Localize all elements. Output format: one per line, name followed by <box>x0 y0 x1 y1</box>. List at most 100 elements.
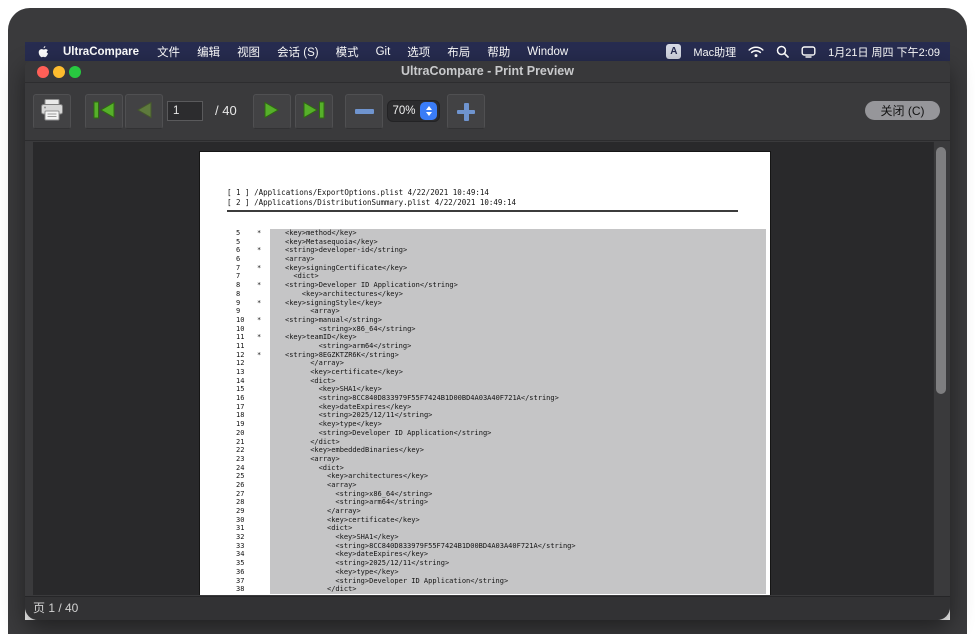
line-text: <string>arm64</string> <box>270 342 766 351</box>
line-text: <key>teamID</key> <box>270 333 766 342</box>
screen-sharing-icon[interactable] <box>801 46 816 58</box>
menubar-item-6[interactable]: 选项 <box>407 44 430 60</box>
line-number: 11 <box>236 342 257 351</box>
zoom-window-button[interactable] <box>69 66 81 78</box>
diff-code-line: 23 <array> <box>200 455 770 464</box>
search-icon[interactable] <box>776 45 789 58</box>
diff-code-line: 20 <string>Developer ID Application</str… <box>200 429 770 438</box>
preview-viewport[interactable]: [ 1 ] /Applications/ExportOptions.plist … <box>33 142 947 595</box>
line-text: <dict> <box>270 272 766 281</box>
menubar-item-4[interactable]: 模式 <box>336 44 359 60</box>
line-number: 37 <box>236 577 257 586</box>
printer-icon <box>39 98 65 125</box>
diff-marker <box>257 403 270 412</box>
line-number: 25 <box>236 472 257 481</box>
diff-marker <box>257 420 270 429</box>
diff-marker <box>257 455 270 464</box>
previous-page-button[interactable] <box>125 94 163 129</box>
diff-code-line: 11 <string>arm64</string> <box>200 342 770 351</box>
print-button[interactable] <box>33 94 71 129</box>
preview-page: [ 1 ] /Applications/ExportOptions.plist … <box>200 152 770 595</box>
wifi-icon[interactable] <box>748 46 764 58</box>
menubar-item-2[interactable]: 视图 <box>237 44 260 60</box>
line-text: <string>8CC840D833979F55F7424B1D00BD4A03… <box>270 394 766 403</box>
menubar-item-5[interactable]: Git <box>376 46 391 58</box>
apple-menu-icon[interactable] <box>37 45 49 59</box>
diff-marker <box>257 481 270 490</box>
input-source-icon[interactable]: A <box>666 44 681 59</box>
mac-assistant-item[interactable]: Mac助理 <box>693 44 736 60</box>
line-number: 22 <box>236 446 257 455</box>
vertical-scrollbar[interactable] <box>933 142 947 595</box>
last-page-button[interactable] <box>295 94 333 129</box>
line-number: 17 <box>236 403 257 412</box>
file1-header-line: [ 1 ] /Applications/ExportOptions.plist … <box>227 188 738 198</box>
diff-marker <box>257 498 270 507</box>
first-page-icon <box>91 98 117 125</box>
zoom-out-button[interactable] <box>345 94 383 129</box>
diff-marker <box>257 255 270 264</box>
diff-code-line: 8 * <string>Developer ID Application</st… <box>200 281 770 290</box>
menubar-item-9[interactable]: Window <box>527 46 568 58</box>
menubar-items: 文件 编辑 视图 会话 (S) 模式 Git 选项 布局 帮助 Window <box>157 44 568 60</box>
diff-code-line: 5 <key>Metasequoia</key> <box>200 238 770 247</box>
diff-marker <box>257 507 270 516</box>
diff-marker <box>257 290 270 299</box>
diff-code-line: 7 <dict> <box>200 272 770 281</box>
close-preview-button[interactable]: 关闭 (C) <box>865 101 940 120</box>
first-page-button[interactable] <box>85 94 123 129</box>
diff-code-line: 34 <key>dateExpires</key> <box>200 550 770 559</box>
diff-marker: * <box>257 316 270 325</box>
page-number-input[interactable] <box>167 101 203 121</box>
zoom-in-button[interactable] <box>447 94 485 129</box>
line-number: 12 <box>236 359 257 368</box>
diff-code-line: 29 </array> <box>200 507 770 516</box>
menubar-item-0[interactable]: 文件 <box>157 44 180 60</box>
menubar-item-3[interactable]: 会话 (S) <box>277 44 319 60</box>
diff-code-line: 12 * <string>8EGZKTZR6K</string> <box>200 351 770 360</box>
line-number: 10 <box>236 316 257 325</box>
diff-code-line: 30 <key>certificate</key> <box>200 516 770 525</box>
line-number: 27 <box>236 490 257 499</box>
menubar-item-1[interactable]: 编辑 <box>197 44 220 60</box>
line-number: 5 <box>236 229 257 238</box>
scrollbar-thumb[interactable] <box>936 147 946 394</box>
menubar-status-area: A Mac助理 1月21日 周 <box>666 44 940 60</box>
minus-icon <box>355 109 374 114</box>
last-page-icon <box>301 98 327 125</box>
menubar-app-name[interactable]: UltraCompare <box>63 46 139 58</box>
diff-code-line: 32 <key>SHA1</key> <box>200 533 770 542</box>
line-text: <array> <box>270 481 766 490</box>
menubar-clock[interactable]: 1月21日 周四 下午2:09 <box>828 44 940 60</box>
window-titlebar[interactable]: UltraCompare - Print Preview <box>25 61 950 83</box>
close-window-button[interactable] <box>37 66 49 78</box>
line-number: 14 <box>236 377 257 386</box>
diff-code-line: 15 <key>SHA1</key> <box>200 385 770 394</box>
page-total-label: / 40 <box>215 103 237 118</box>
diff-code-line: 21 </dict> <box>200 438 770 447</box>
minimize-window-button[interactable] <box>53 66 65 78</box>
file2-header-line: [ 2 ] /Applications/DistributionSummary.… <box>227 198 738 208</box>
diff-code-block: 5 * <key>method</key> 5 <key>Metasequoia… <box>200 229 770 594</box>
menubar-item-8[interactable]: 帮助 <box>487 44 510 60</box>
zoom-level-select[interactable]: 70% <box>387 100 440 122</box>
menubar-item-7[interactable]: 布局 <box>447 44 470 60</box>
diff-code-line: 10 * <string>manual</string> <box>200 316 770 325</box>
diff-code-line: 8 <key>architectures</key> <box>200 290 770 299</box>
diff-marker: * <box>257 264 270 273</box>
line-text: <key>Metasequoia</key> <box>270 238 766 247</box>
line-number: 36 <box>236 568 257 577</box>
line-text: <array> <box>270 255 766 264</box>
chevron-up-icon <box>426 106 432 110</box>
line-number: 19 <box>236 420 257 429</box>
line-text: <array> <box>270 307 766 316</box>
diff-code-line: 18 <string>2025/12/11</string> <box>200 411 770 420</box>
diff-marker <box>257 516 270 525</box>
line-text: <string>Developer ID Application</string… <box>270 429 766 438</box>
line-text: <string>8CC840D833979F55F7424B1D00BD4A03… <box>270 542 766 551</box>
diff-code-line: 13 <key>certificate</key> <box>200 368 770 377</box>
next-page-button[interactable] <box>253 94 291 129</box>
menubar: UltraCompare 文件 编辑 视图 会话 (S) 模式 Git 选项 布局 帮助 Wind… <box>25 42 950 61</box>
line-number: 16 <box>236 394 257 403</box>
diff-marker <box>257 568 270 577</box>
